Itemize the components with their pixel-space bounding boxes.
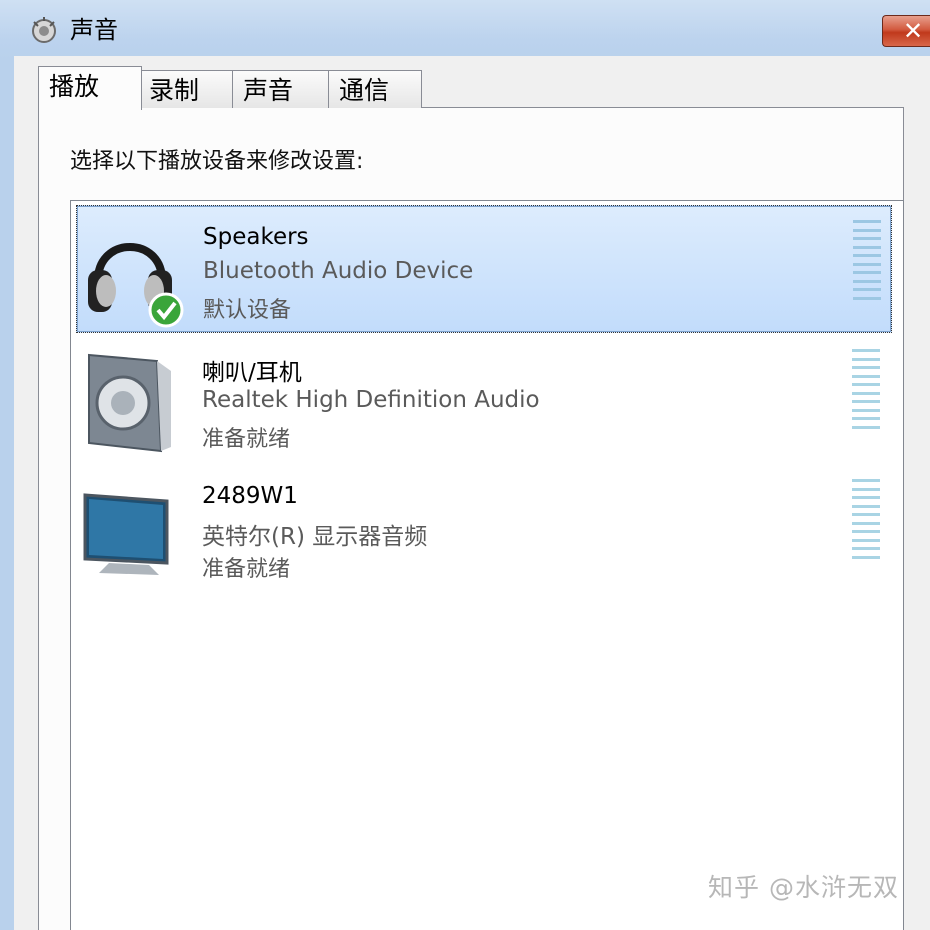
tab-label: 通信 bbox=[339, 76, 390, 105]
device-description: Bluetooth Audio Device bbox=[203, 258, 474, 284]
device-description: 英特尔(R) 显示器音频 bbox=[202, 524, 428, 550]
device-name: 2489W1 bbox=[202, 483, 298, 509]
tab-label: 声音 bbox=[243, 76, 294, 105]
device-name: Speakers bbox=[203, 224, 309, 250]
device-status: 准备就绪 bbox=[202, 427, 291, 452]
close-button[interactable]: ✕ bbox=[882, 15, 930, 47]
tab-label: 播放 bbox=[49, 72, 100, 101]
device-status: 准备就绪 bbox=[202, 557, 291, 582]
instruction-text: 选择以下播放设备来修改设置: bbox=[70, 149, 364, 174]
monitor-icon bbox=[83, 493, 169, 575]
speaker-icon bbox=[88, 353, 171, 453]
sound-app-icon bbox=[32, 17, 56, 43]
device-name: 喇叭/耳机 bbox=[202, 360, 302, 386]
close-icon: ✕ bbox=[903, 17, 924, 45]
device-status: 默认设备 bbox=[203, 298, 292, 323]
watermark: 知乎 @水浒无双 bbox=[708, 873, 899, 902]
device-item-realtek[interactable]: 喇叭/耳机 Realtek High Definition Audio 准备就绪 bbox=[76, 335, 892, 463]
headphones-icon bbox=[88, 243, 184, 328]
tab-recording[interactable]: 录制 bbox=[138, 70, 234, 108]
tab-sounds[interactable]: 声音 bbox=[232, 70, 330, 108]
tab-label: 录制 bbox=[149, 76, 200, 105]
device-item-speakers[interactable]: Speakers Bluetooth Audio Device 默认设备 bbox=[76, 205, 892, 333]
tab-communications[interactable]: 通信 bbox=[328, 70, 422, 108]
window-title: 声音 bbox=[70, 16, 118, 44]
playback-device-list[interactable]: Speakers Bluetooth Audio Device 默认设备 喇叭/… bbox=[70, 200, 904, 930]
volume-meter bbox=[852, 479, 882, 559]
volume-meter bbox=[852, 349, 882, 429]
device-description: Realtek High Definition Audio bbox=[202, 387, 540, 413]
tab-playback[interactable]: 播放 bbox=[38, 66, 142, 110]
title-bar[interactable]: 声音 ✕ bbox=[0, 0, 930, 56]
device-item-monitor[interactable]: 2489W1 英特尔(R) 显示器音频 准备就绪 bbox=[76, 465, 892, 593]
volume-meter bbox=[853, 220, 883, 300]
